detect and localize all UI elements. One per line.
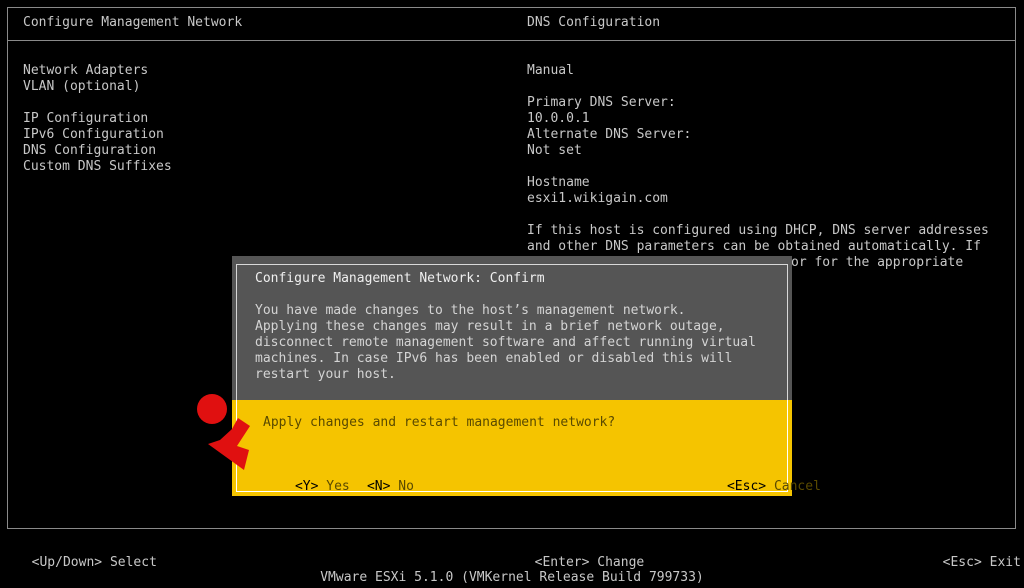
dialog-message-area: Configure Management Network: Confirm Yo… [232, 256, 792, 400]
menu-item-vlan[interactable]: VLAN (optional) [23, 79, 140, 95]
menu-item-ipv6-configuration[interactable]: IPv6 Configuration [23, 127, 164, 143]
confirm-dialog: Configure Management Network: Confirm Yo… [232, 256, 821, 496]
dialog-message-line-4: machines. In case IPv6 has been enabled … [255, 351, 733, 366]
dialog-message-line-3: disconnect remote management software an… [255, 335, 756, 350]
dialog-message-line-1: You have made changes to the host’s mana… [255, 303, 686, 318]
dialog-action-area: Apply changes and restart management net… [232, 400, 821, 496]
help-text-line-2: and other DNS parameters can be obtained… [527, 239, 981, 254]
dns-mode: Manual [527, 63, 574, 78]
cancel-button[interactable]: <Esc> Cancel [680, 463, 821, 511]
dialog-message-line-5: restart your host. [255, 367, 396, 382]
menu-item-network-adapters[interactable]: Network Adapters [23, 63, 148, 79]
screen-title: Configure Management Network [23, 15, 243, 30]
primary-dns-label: Primary DNS Server: [527, 95, 676, 110]
dialog-question: Apply changes and restart management net… [263, 415, 616, 430]
red-arrow-marker-icon [197, 394, 250, 470]
hostname-label: Hostname [527, 175, 590, 190]
header-divider [7, 40, 1016, 41]
dialog-message-line-2: Applying these changes may result in a b… [255, 319, 725, 334]
menu-item-ip-configuration[interactable]: IP Configuration [23, 111, 148, 127]
menu-item-custom-dns-suffixes[interactable]: Custom DNS Suffixes [23, 159, 172, 175]
no-key: <N> [366, 479, 391, 494]
hint-select: <Up/Down> Select [16, 539, 157, 571]
version-banner: VMware ESXi 5.1.0 (VMKernel Release Buil… [320, 570, 704, 585]
yes-key: <Y> [294, 479, 319, 494]
cancel-key: <Esc> [726, 479, 767, 494]
help-text-line-1: If this host is configured using DHCP, D… [527, 223, 989, 238]
no-label: No [398, 479, 414, 494]
hostname-value: esxi1.wikigain.com [527, 191, 668, 206]
detail-title: DNS Configuration [527, 15, 661, 30]
alternate-dns-label: Alternate DNS Server: [527, 127, 692, 142]
menu-item-dns-configuration[interactable]: DNS Configuration [23, 143, 156, 159]
cancel-label: Cancel [773, 479, 821, 494]
hint-exit: <Esc> Exit [927, 539, 1021, 571]
primary-dns-value: 10.0.0.1 [527, 111, 590, 126]
alternate-dns-value: Not set [527, 143, 582, 158]
no-button[interactable]: <N> No [320, 463, 414, 511]
hint-change: <Enter> Change [519, 539, 645, 571]
dialog-title: Configure Management Network: Confirm [255, 271, 545, 286]
help-text-line-3: or for the appropriate [791, 255, 964, 270]
